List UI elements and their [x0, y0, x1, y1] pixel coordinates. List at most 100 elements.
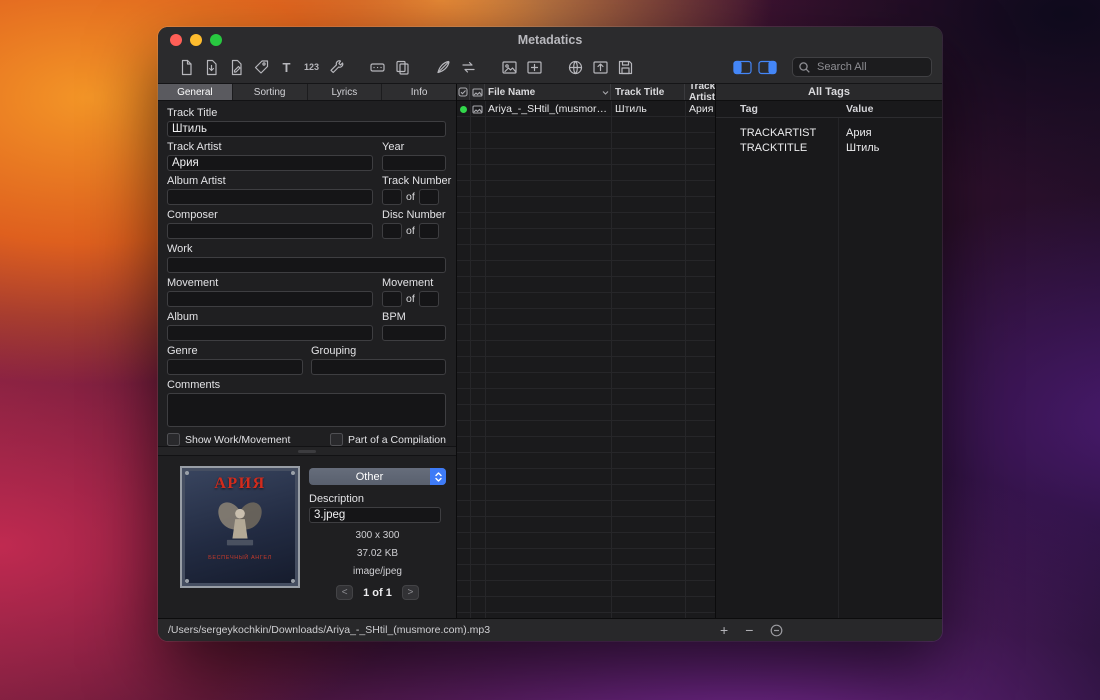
modified-status-dot: [457, 101, 470, 117]
of-label: of: [406, 225, 415, 237]
editor-pane: General Sorting Lyrics Info Track Title …: [158, 84, 457, 618]
tools-icon[interactable]: [324, 57, 349, 77]
rivet-icon: [185, 471, 189, 475]
work-input[interactable]: [167, 257, 446, 273]
rivet-icon: [185, 579, 189, 583]
track-title-column-header[interactable]: Track Title: [611, 84, 685, 100]
toggle-right-panel-icon[interactable]: [755, 57, 780, 77]
file-icon[interactable]: [174, 57, 199, 77]
search-icon: [798, 61, 811, 74]
circle-minus-icon: [770, 624, 783, 637]
tab-lyrics[interactable]: Lyrics: [308, 84, 383, 100]
disc-number-input[interactable]: [382, 223, 402, 239]
toggle-left-panel-icon[interactable]: [730, 57, 755, 77]
angel-statue-art: [203, 493, 277, 555]
status-bar: /Users/sergeykochkin/Downloads/Ariya_-_S…: [158, 618, 942, 641]
disc-total-input[interactable]: [419, 223, 439, 239]
column-divider: [685, 101, 686, 618]
web-lookup-icon[interactable]: [563, 57, 588, 77]
artwork-type-popup[interactable]: Other: [309, 468, 446, 485]
number-format-icon[interactable]: 123: [299, 57, 324, 77]
track-title-label: Track Title: [167, 107, 446, 119]
artwork-description-input[interactable]: [309, 507, 441, 523]
add-tag-button[interactable]: +: [720, 620, 728, 640]
album-label: Album: [167, 311, 373, 323]
compilation-checkbox[interactable]: [330, 433, 343, 446]
of-label: of: [406, 191, 415, 203]
artwork-column-header[interactable]: [470, 84, 485, 100]
action-menu-button[interactable]: [770, 624, 783, 637]
file-write-icon[interactable]: [224, 57, 249, 77]
save-icon[interactable]: [613, 57, 638, 77]
artwork-export-icon[interactable]: [588, 57, 613, 77]
file-name-column-header[interactable]: File Name: [485, 84, 611, 100]
composer-label: Composer: [167, 209, 373, 221]
tag-row[interactable]: TRACKARTIST Ария: [716, 126, 942, 141]
movement-label: Movement: [167, 277, 373, 289]
year-input[interactable]: [382, 155, 446, 171]
convert-icon[interactable]: [456, 57, 481, 77]
track-artist-input[interactable]: [167, 155, 373, 171]
value-column-header[interactable]: Value: [838, 103, 873, 115]
column-divider: [838, 118, 839, 618]
movement-number-input[interactable]: [382, 291, 402, 307]
bpm-input[interactable]: [382, 325, 446, 341]
track-title-input[interactable]: [167, 121, 446, 137]
copy-tags-icon[interactable]: [390, 57, 415, 77]
composer-input[interactable]: [167, 223, 373, 239]
album-input[interactable]: [167, 325, 373, 341]
cover-title-text: АРИЯ: [214, 475, 265, 493]
grouping-input[interactable]: [311, 359, 446, 375]
checkbox-icon: [458, 87, 468, 97]
artwork-add-icon[interactable]: [522, 57, 547, 77]
chevron-down-icon: [601, 88, 610, 97]
comments-label: Comments: [167, 379, 446, 391]
tab-general[interactable]: General: [158, 84, 233, 100]
tag-row[interactable]: TRACKTITLE Штиль: [716, 141, 942, 156]
toolbar: T 123: [158, 53, 942, 84]
column-divider: [611, 101, 612, 618]
search-field[interactable]: [792, 57, 932, 77]
track-number-input[interactable]: [382, 189, 402, 205]
pane-splitter[interactable]: [158, 446, 456, 456]
rename-icon[interactable]: [365, 57, 390, 77]
bpm-label: BPM: [382, 311, 446, 323]
year-label: Year: [382, 141, 446, 153]
main-content: General Sorting Lyrics Info Track Title …: [158, 84, 942, 618]
all-tags-body: TRACKARTIST Ария TRACKTITLE Штиль: [716, 118, 942, 618]
file-export-icon[interactable]: [199, 57, 224, 77]
track-total-input[interactable]: [419, 189, 439, 205]
of-label: of: [406, 293, 415, 305]
artwork-icon[interactable]: [497, 57, 522, 77]
genre-input[interactable]: [167, 359, 303, 375]
artwork-filesize: 37.02 KB: [309, 548, 446, 559]
album-artist-input[interactable]: [167, 189, 373, 205]
text-format-icon[interactable]: T: [274, 57, 299, 77]
movement-total-input[interactable]: [419, 291, 439, 307]
artwork-mime: image/jpeg: [309, 566, 446, 577]
tab-info[interactable]: Info: [382, 84, 456, 100]
table-row[interactable]: Ariya_-_SHtil_(musmore.com).mp3 Штиль Ар…: [457, 101, 715, 117]
rivet-icon: [291, 471, 295, 475]
comments-input[interactable]: [167, 393, 446, 427]
show-work-movement-checkbox[interactable]: [167, 433, 180, 446]
script-icon[interactable]: [431, 57, 456, 77]
movement-input[interactable]: [167, 291, 373, 307]
artwork-type-value: Other: [309, 471, 430, 483]
image-icon: [472, 87, 483, 98]
tag-value: Штиль: [838, 141, 879, 156]
tag-icon[interactable]: [249, 57, 274, 77]
album-artwork[interactable]: АРИЯ БЕСПЕЧНЫЙ АНГЕЛ: [180, 466, 300, 588]
tab-sorting[interactable]: Sorting: [233, 84, 308, 100]
row-file-name: Ariya_-_SHtil_(musmore.com).mp3: [485, 101, 611, 117]
editor-tabs: General Sorting Lyrics Info: [158, 84, 456, 101]
title-bar[interactable]: Metadatics: [158, 27, 942, 53]
file-path-text: /Users/sergeykochkin/Downloads/Ariya_-_S…: [158, 624, 490, 636]
remove-tag-button[interactable]: −: [745, 620, 753, 640]
track-artist-column-header[interactable]: Track Artist: [685, 84, 715, 100]
tag-column-header[interactable]: Tag: [716, 103, 838, 115]
select-column-header[interactable]: [457, 84, 470, 100]
prev-artwork-button[interactable]: <: [336, 585, 353, 600]
search-input[interactable]: [815, 60, 926, 74]
next-artwork-button[interactable]: >: [402, 585, 419, 600]
